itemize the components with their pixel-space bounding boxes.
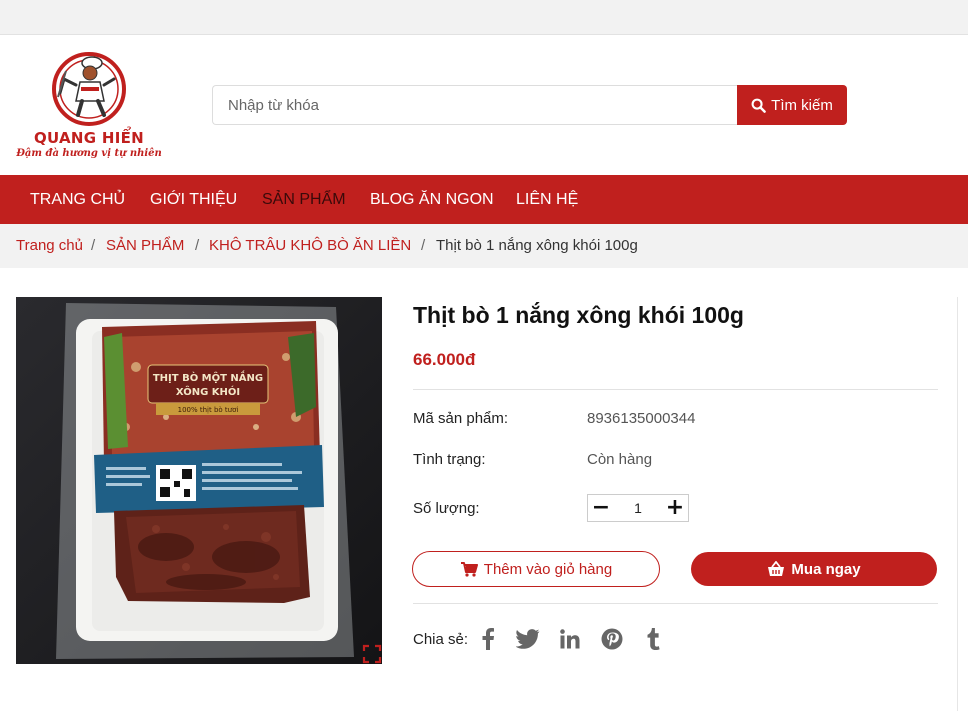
brand-name: QUANG HIỂN [33,129,145,147]
breadcrumb: Trang chủ / SẢN PHẨM / KHÔ TRÂU KHÔ BÒ Ă… [0,224,968,268]
quantity-decrease-button[interactable]: − [588,495,614,521]
status-value: Còn hàng [587,451,653,468]
breadcrumb-separator: / [421,237,426,254]
breadcrumb-current: Thịt bò 1 nắng xông khói 100g [436,237,638,254]
search-icon [751,98,766,113]
search-button-label: Tìm kiếm [771,96,833,114]
product-title: Thịt bò 1 nắng xông khói 100g [413,302,744,328]
cart-icon [460,562,478,577]
search-input[interactable] [212,85,738,125]
quantity-increase-button[interactable]: + [662,495,688,521]
pinterest-icon[interactable] [599,626,625,652]
divider [413,603,938,604]
quantity-stepper: − + [587,494,689,522]
breadcrumb-products[interactable]: SẢN PHẨM [106,237,184,254]
basket-icon [768,561,785,576]
site-header: QUANG HIỂN Đậm đà hương vị tự nhiên Tìm … [0,35,968,175]
zoom-icon[interactable] [362,644,382,664]
nav-item-blog[interactable]: BLOG ĂN NGON [370,175,494,224]
breadcrumb-separator: / [195,237,200,254]
nav-item-contact[interactable]: LIÊN HỆ [516,175,578,224]
product-photo: THỊT BÒ MỘT NẮNG XÔNG KHÓI 100% thịt bò … [16,297,382,664]
nav-item-home[interactable]: TRANG CHỦ [30,175,125,224]
sku-label: Mã sản phẩm: [413,410,509,427]
top-bar [0,0,968,35]
divider [413,389,938,390]
breadcrumb-category[interactable]: KHÔ TRÂU KHÔ BÒ ĂN LIỀN [209,237,411,254]
twitter-icon[interactable] [515,626,541,652]
search-bar: Tìm kiếm [212,85,847,125]
facebook-icon[interactable] [475,626,501,652]
search-button[interactable]: Tìm kiếm [737,85,847,125]
brand-logo[interactable]: QUANG HIỂN Đậm đà hương vị tự nhiên [14,49,164,164]
tumblr-icon[interactable] [640,626,666,652]
breadcrumb-separator: / [91,237,96,254]
brand-tagline: Đậm đà hương vị tự nhiên [16,148,162,159]
add-to-cart-label: Thêm vào giỏ hàng [483,560,613,578]
linkedin-icon[interactable] [557,626,583,652]
buy-now-label: Mua ngay [791,560,861,578]
main-nav: TRANG CHỦ GIỚI THIỆU SẢN PHẨM BLOG ĂN NG… [0,175,968,224]
status-label: Tình trạng: [413,451,486,468]
share-label: Chia sẻ: [413,631,469,648]
chef-logo-icon [52,52,126,126]
nav-item-about[interactable]: GIỚI THIỆU [150,175,237,224]
sidebar-edge [957,297,958,711]
sku-value: 8936135000344 [587,410,696,427]
quantity-label: Số lượng: [413,500,480,517]
package-label-line2: XÔNG KHÓI [176,385,240,398]
buy-now-button[interactable]: Mua ngay [691,552,937,586]
nav-item-products[interactable]: SẢN PHẨM [262,175,346,224]
package-sub-label: 100% thịt bò tươi [178,406,239,414]
quantity-input[interactable] [614,495,662,521]
product-image[interactable]: THỊT BÒ MỘT NẮNG XÔNG KHÓI 100% thịt bò … [16,297,382,664]
add-to-cart-button[interactable]: Thêm vào giỏ hàng [412,551,660,587]
product-price: 66.000đ [413,350,476,369]
breadcrumb-home[interactable]: Trang chủ [16,237,83,254]
